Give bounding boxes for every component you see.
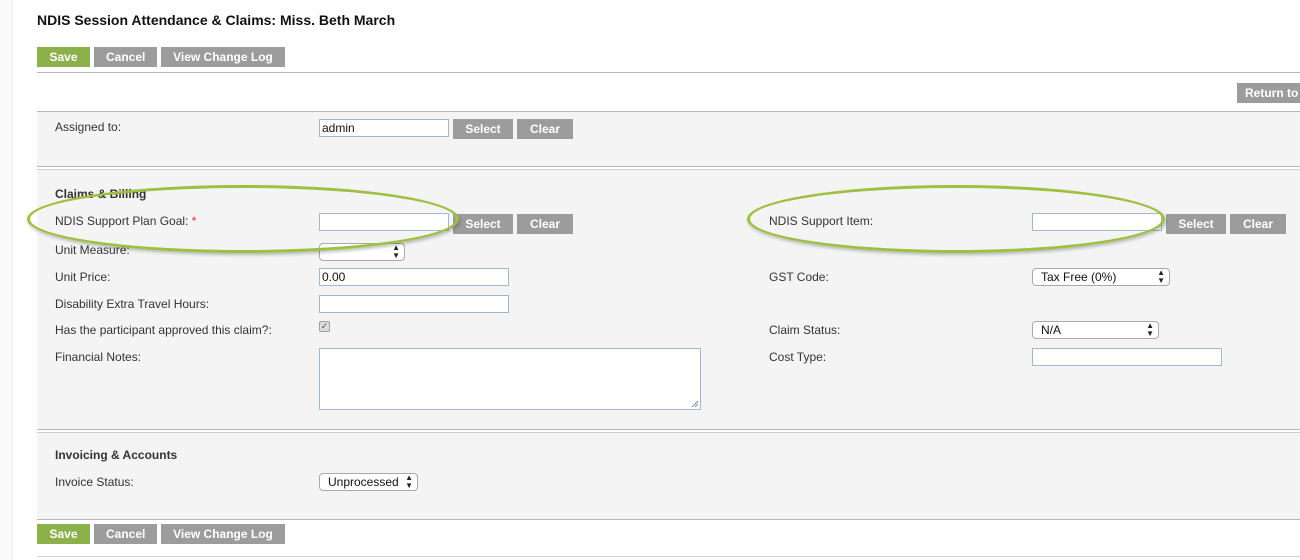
invoicing-section xyxy=(37,433,1300,519)
view-change-log-button[interactable]: View Change Log xyxy=(161,47,285,67)
unit-price-input[interactable] xyxy=(319,268,509,286)
travel-hours-label: Disability Extra Travel Hours: xyxy=(55,297,210,311)
claim-status-label: Claim Status: xyxy=(769,323,841,337)
unit-price-label: Unit Price: xyxy=(55,270,111,284)
divider xyxy=(37,556,1300,557)
approved-claim-checkbox[interactable]: ✓ xyxy=(319,321,330,332)
select-arrows-icon: ▲ ▼ xyxy=(1146,321,1154,338)
assigned-to-input[interactable] xyxy=(319,119,449,137)
cancel-button-bottom[interactable]: Cancel xyxy=(94,524,157,544)
divider xyxy=(37,166,1300,167)
claim-status-select[interactable]: N/A ▲ ▼ xyxy=(1032,321,1159,339)
divider xyxy=(37,519,1300,520)
approved-claim-label: Has the participant approved this claim?… xyxy=(55,323,272,337)
travel-hours-input[interactable] xyxy=(319,295,509,313)
invoicing-header: Invoicing & Accounts xyxy=(55,448,178,462)
select-arrows-icon: ▲ ▼ xyxy=(405,473,413,490)
financial-notes-label: Financial Notes: xyxy=(55,350,142,364)
assigned-select-button[interactable]: Select xyxy=(453,119,513,139)
page-title: NDIS Session Attendance & Claims: Miss. … xyxy=(37,12,396,28)
assigned-section xyxy=(37,112,1300,166)
claim-status-value: N/A xyxy=(1041,323,1062,337)
invoice-status-value: Unprocessed xyxy=(328,475,399,489)
assigned-to-label: Assigned to: xyxy=(55,120,122,134)
select-arrows-icon: ▲ ▼ xyxy=(392,243,400,260)
cost-type-input[interactable] xyxy=(1032,348,1222,366)
save-button-bottom[interactable]: Save xyxy=(37,524,90,544)
gst-code-value: Tax Free (0%) xyxy=(1041,270,1117,284)
highlight-ellipse-goal xyxy=(27,185,459,253)
save-button[interactable]: Save xyxy=(37,47,90,67)
view-change-log-button-bottom[interactable]: View Change Log xyxy=(161,524,285,544)
support-plan-goal-clear-button[interactable]: Clear xyxy=(517,214,573,234)
support-item-select-button[interactable]: Select xyxy=(1166,214,1226,234)
gst-code-select[interactable]: Tax Free (0%) ▲ ▼ xyxy=(1032,268,1170,286)
window-left-edge xyxy=(0,0,13,560)
cancel-button[interactable]: Cancel xyxy=(94,47,157,67)
divider xyxy=(37,72,1300,73)
support-plan-goal-select-button[interactable]: Select xyxy=(453,214,513,234)
financial-notes-textarea[interactable] xyxy=(319,348,701,410)
support-item-clear-button[interactable]: Clear xyxy=(1230,214,1286,234)
resize-handle-icon[interactable] xyxy=(691,400,699,408)
highlight-ellipse-item xyxy=(747,185,1165,253)
return-to-button[interactable]: Return to xyxy=(1237,83,1300,103)
invoice-status-label: Invoice Status: xyxy=(55,475,134,489)
cost-type-label: Cost Type: xyxy=(769,350,827,364)
divider xyxy=(37,429,1300,430)
invoice-status-select[interactable]: Unprocessed ▲ ▼ xyxy=(319,473,418,491)
select-arrows-icon: ▲ ▼ xyxy=(1157,268,1165,285)
assigned-clear-button[interactable]: Clear xyxy=(517,119,573,139)
gst-code-label: GST Code: xyxy=(769,270,829,284)
